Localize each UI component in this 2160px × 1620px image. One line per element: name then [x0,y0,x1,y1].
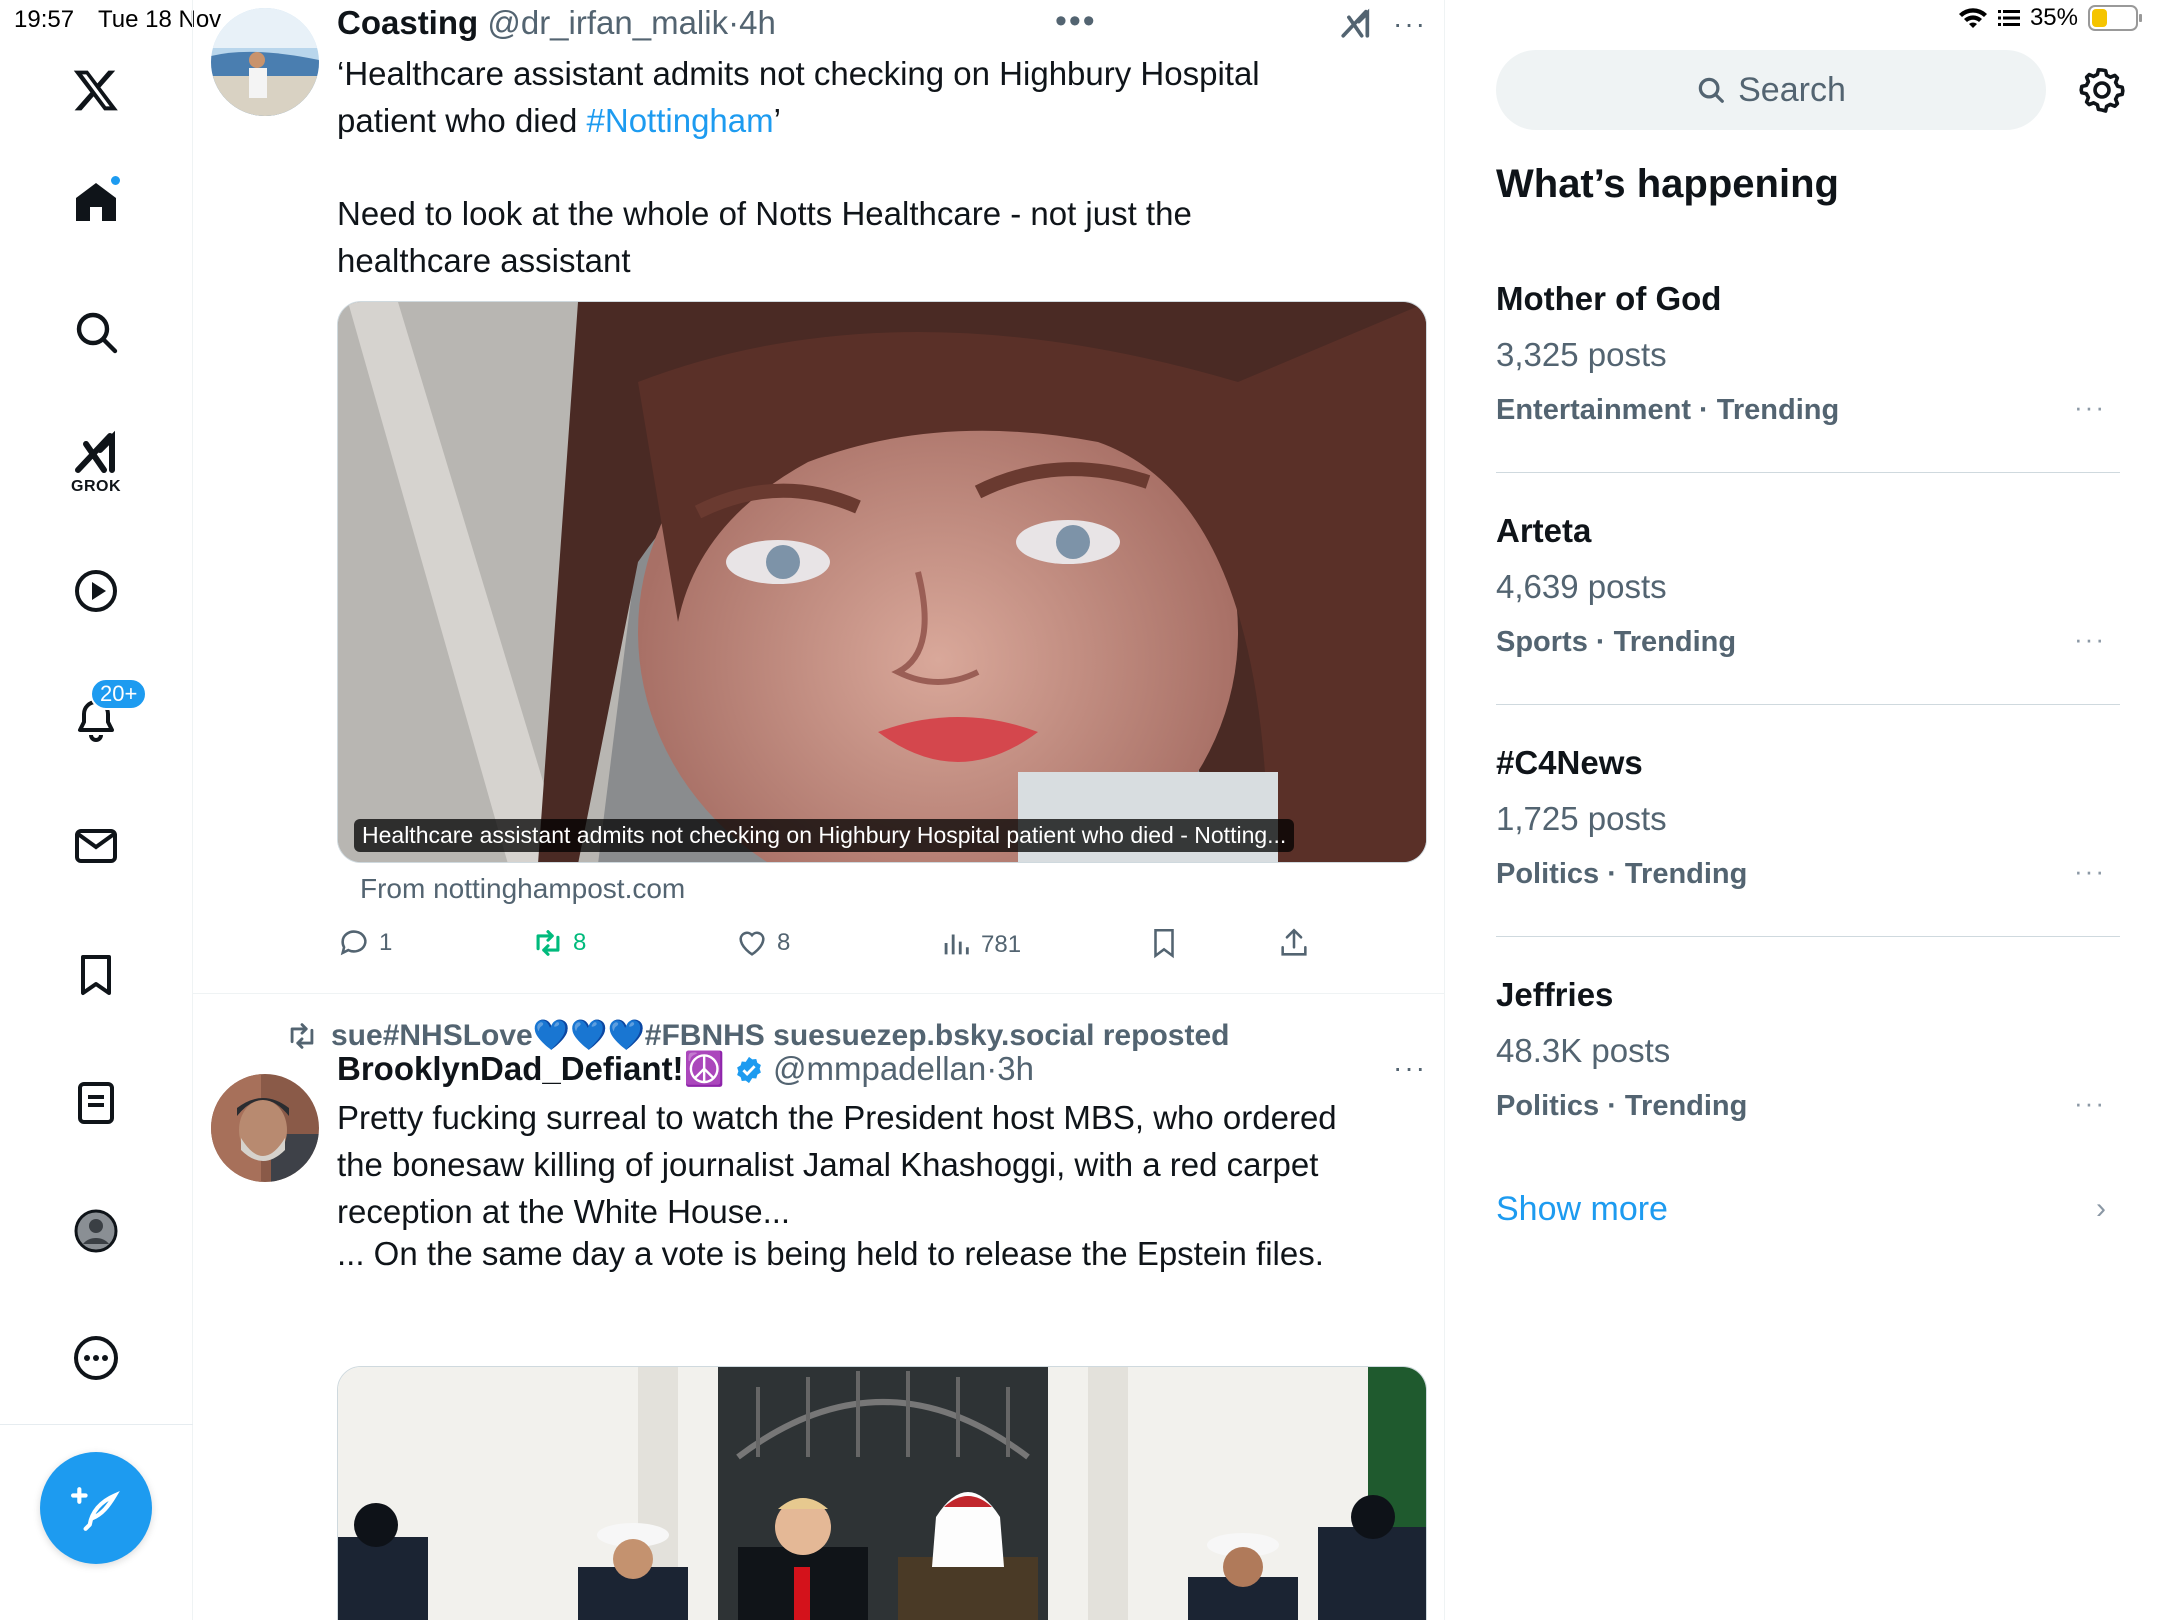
reposted-by-line[interactable]: sue#NHSLove💙💙💙#FBNHS suesuezep.bsky.soci… [285,1018,1229,1053]
reposted-by-text: sue#NHSLove💙💙💙#FBNHS suesuezep.bsky.soci… [331,1019,1230,1052]
search-icon [1698,77,1724,103]
tweet-text: ‘Healthcare assistant admits not checkin… [337,55,1260,139]
tweet-image[interactable] [337,1366,1427,1620]
author-avatar[interactable] [211,8,319,116]
grok-explain-icon[interactable] [1339,6,1373,40]
tweet-divider [193,993,1444,994]
bookmarks-icon[interactable] [56,935,136,1015]
trend-category: Politics · Trending [1496,858,1748,890]
trend-item[interactable]: Mother of God 3,325 posts Entertainment … [1496,280,2120,440]
right-sidebar: Search What’s happening Mother of God 3,… [1446,0,2160,1620]
settings-gear-icon[interactable] [2078,66,2126,114]
repost-small-icon [290,1022,314,1049]
repost-icon [536,930,560,956]
author-handle[interactable]: @mmpadellan [773,1050,986,1087]
chevron-right-icon[interactable]: › [2096,1192,2106,1226]
share-button[interactable] [1277,926,1311,960]
author-handle[interactable]: @dr_irfan_malik [487,4,728,41]
trend-category: Sports · Trending [1496,626,1737,658]
trend-post-count: 1,725 posts [1496,800,1667,837]
reply-count: 1 [379,929,393,956]
hashtag-link[interactable]: #Nottingham [587,102,774,139]
bookmark-button[interactable] [1147,926,1181,960]
notifications-badge: 20+ [90,678,148,710]
trend-post-count: 4,639 posts [1496,568,1667,605]
heart-icon [739,931,765,956]
trend-name: Arteta [1496,512,1592,549]
trend-more-icon[interactable]: ··· [2074,392,2106,423]
repost-count: 8 [573,929,587,956]
bookmark-icon [1154,928,1174,959]
more-options-icon[interactable] [56,1318,136,1398]
link-card-photo [338,302,1426,862]
tweet-actions: 1 8 8 781 [337,926,1337,970]
author-name[interactable]: BrooklynDad_Defiant!☮️ [337,1050,725,1087]
lists-icon[interactable] [56,1063,136,1143]
trend-post-count: 3,325 posts [1496,336,1667,373]
tweet-header: BrooklynDad_Defiant!☮️ @mmpadellan·3h [337,1050,1034,1087]
trend-category: Entertainment · Trending [1496,394,1840,426]
tweet-text: Pretty fucking surreal to watch the Pres… [337,1099,1337,1230]
views-button[interactable]: 781 [939,926,1021,960]
home-unread-dot [109,174,122,187]
author-name[interactable]: Coasting [337,4,478,41]
repost-button[interactable]: 8 [531,926,586,960]
tweet-text-paragraph: Need to look at the whole of Notts Healt… [337,195,1192,279]
reply-button[interactable]: 1 [337,926,392,960]
tweet-time[interactable]: 4h [739,4,776,41]
trend-item[interactable]: Arteta 4,639 posts Sports · Trending ··· [1496,512,2120,672]
link-card-image[interactable]: Healthcare assistant admits not checking… [337,301,1427,863]
trend-item[interactable]: Jeffries 48.3K posts Politics · Trending… [1496,976,2120,1136]
verified-badge-icon [736,1056,761,1084]
tweet-text-paragraph: ... On the same day a vote is being held… [337,1235,1324,1272]
grok-label: GROK [71,478,121,495]
trend-more-icon[interactable]: ··· [2074,856,2106,887]
profile-avatar-icon[interactable] [56,1191,136,1271]
search-icon[interactable] [56,292,136,372]
show-more-link[interactable]: Show more [1496,1190,1668,1229]
tweet[interactable]: sue#NHSLove💙💙💙#FBNHS suesuezep.bsky.soci… [193,996,1444,1620]
trend-name: Jeffries [1496,976,1614,1013]
search-placeholder: Search [1738,70,1846,109]
trend-divider [1496,472,2120,473]
tweet-header: Coasting @dr_irfan_malik·4h [337,4,776,41]
left-navigation: GROK 20+ [0,0,193,1620]
tweet[interactable]: Coasting @dr_irfan_malik·4h ••• ··· ‘Hea… [193,0,1444,996]
share-upload-icon [1281,928,1307,956]
like-count: 8 [777,929,791,956]
trend-divider [1496,936,2120,937]
like-button[interactable]: 8 [735,926,790,960]
tweet-photo [338,1367,1426,1620]
tweet-time[interactable]: 3h [997,1050,1034,1087]
views-chart-icon [944,934,969,955]
compose-post-button[interactable] [40,1452,152,1564]
trend-post-count: 48.3K posts [1496,1032,1671,1069]
trend-more-icon[interactable]: ··· [2074,1088,2106,1119]
tweet-more-icon[interactable]: ··· [1393,1052,1427,1084]
trend-name: Mother of God [1496,280,1722,317]
timeline-feed: Coasting @dr_irfan_malik·4h ••• ··· ‘Hea… [193,0,1445,1620]
trend-item[interactable]: #C4News 1,725 posts Politics · Trending … [1496,744,2120,904]
notifications-bell-icon[interactable]: 20+ [56,678,148,760]
view-count: 781 [981,934,1022,952]
link-card-title: Healthcare assistant admits not checking… [354,819,1295,852]
whats-happening-heading: What’s happening [1496,162,1839,206]
x-logo-icon[interactable] [56,50,136,130]
author-avatar[interactable] [211,1074,319,1182]
search-input[interactable]: Search [1496,50,2046,130]
trend-divider [1496,704,2120,705]
trend-name: #C4News [1496,744,1643,781]
link-source[interactable]: From nottinghampost.com [360,873,685,905]
messages-envelope-icon[interactable] [56,806,136,886]
nav-divider [0,1424,193,1425]
reply-icon [340,930,367,956]
trend-category: Politics · Trending [1496,1090,1748,1122]
drag-handle-dots[interactable]: ••• [1055,2,1097,41]
compose-feather-icon [71,1487,120,1531]
home-icon[interactable] [56,162,136,242]
trend-more-icon[interactable]: ··· [2074,624,2106,655]
video-play-icon[interactable] [56,551,136,631]
tweet-more-icon[interactable]: ··· [1393,8,1427,40]
